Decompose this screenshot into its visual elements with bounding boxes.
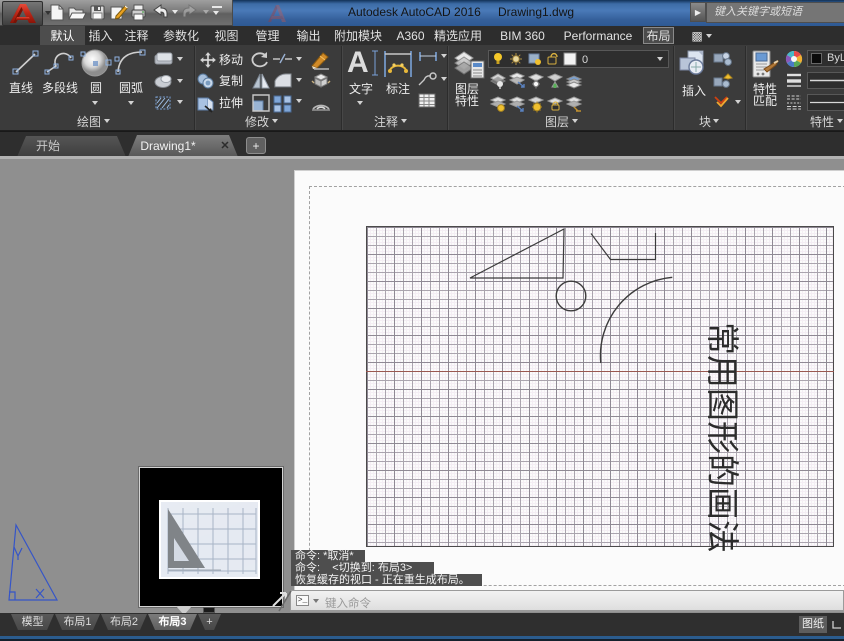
svg-text:0: 0 <box>582 54 588 66</box>
